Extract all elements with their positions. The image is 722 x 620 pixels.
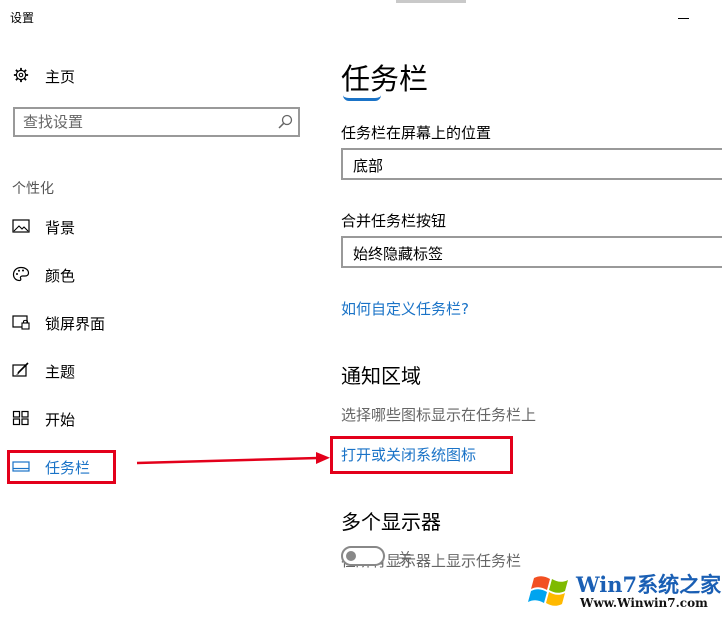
sidebar-item-background[interactable]: 背景 [10, 211, 290, 241]
show-all-displays-toggle[interactable] [341, 546, 385, 566]
gear-icon [13, 67, 29, 83]
customize-taskbar-link[interactable]: 如何自定义任务栏? [341, 298, 469, 319]
minimize-button[interactable] [670, 0, 700, 32]
scroll-indicator [343, 95, 381, 101]
sidebar-item-label: 主题 [45, 363, 76, 381]
sidebar-item-themes[interactable]: 主题 [10, 355, 290, 385]
window-title: 设置 [10, 11, 35, 25]
watermark-url: Www.Winwin7.com [580, 596, 708, 610]
sidebar: 主页 个性化 背景 颜色 锁屏界面 [0, 32, 310, 620]
sidebar-item-start[interactable]: 开始 [10, 403, 290, 433]
main-panel: 任务栏 任务栏在屏幕上的位置 底部 合并任务栏按钮 始终隐藏标签 如何自定义任务… [330, 32, 722, 620]
windows-flag-logo-icon [528, 576, 568, 606]
combine-buttons-dropdown[interactable]: 始终隐藏标签 [341, 236, 722, 268]
site-watermark: Win7系统之家 Www.Winwin7.com [522, 566, 722, 620]
theme-brush-icon [12, 362, 29, 377]
page-title: 任务栏 [341, 62, 429, 96]
start-grid-icon [12, 410, 29, 426]
toggle-state-label: 关 [398, 551, 412, 567]
multiple-displays-header: 多个显示器 [341, 510, 441, 534]
watermark-brand: Win7系统之家 [576, 572, 722, 597]
taskbar-position-dropdown[interactable]: 底部 [341, 148, 722, 180]
dropdown-value: 始终隐藏标签 [353, 245, 444, 263]
notification-area-description: 选择哪些图标显示在任务栏上 [341, 406, 537, 424]
palette-icon [12, 266, 30, 282]
toggle-knob [346, 551, 356, 561]
sidebar-item-label: 颜色 [45, 267, 76, 285]
search-input[interactable] [23, 112, 263, 132]
search-box [13, 107, 300, 137]
sidebar-item-label: 背景 [45, 219, 76, 237]
background-window-edge [396, 0, 466, 3]
lock-screen-icon [12, 315, 30, 330]
sidebar-item-label: 锁屏界面 [45, 315, 106, 333]
taskbar-position-label: 任务栏在屏幕上的位置 [341, 124, 492, 142]
picture-icon [12, 219, 30, 233]
sidebar-item-label: 主页 [45, 68, 76, 86]
combine-buttons-label: 合并任务栏按钮 [341, 212, 447, 230]
annotation-highlight-system-icons [330, 436, 513, 474]
sidebar-item-label: 开始 [45, 411, 76, 429]
annotation-highlight-taskbar-nav [7, 450, 116, 484]
sidebar-item-colors[interactable]: 颜色 [10, 259, 290, 289]
sidebar-item-lock-screen[interactable]: 锁屏界面 [10, 307, 290, 337]
sidebar-item-home[interactable]: 主页 [10, 60, 290, 90]
dropdown-value: 底部 [353, 157, 384, 175]
section-label-personalization: 个性化 [12, 181, 54, 197]
search-icon[interactable] [277, 114, 293, 130]
title-bar: 设置 [0, 0, 722, 32]
notification-area-header: 通知区域 [341, 364, 421, 388]
